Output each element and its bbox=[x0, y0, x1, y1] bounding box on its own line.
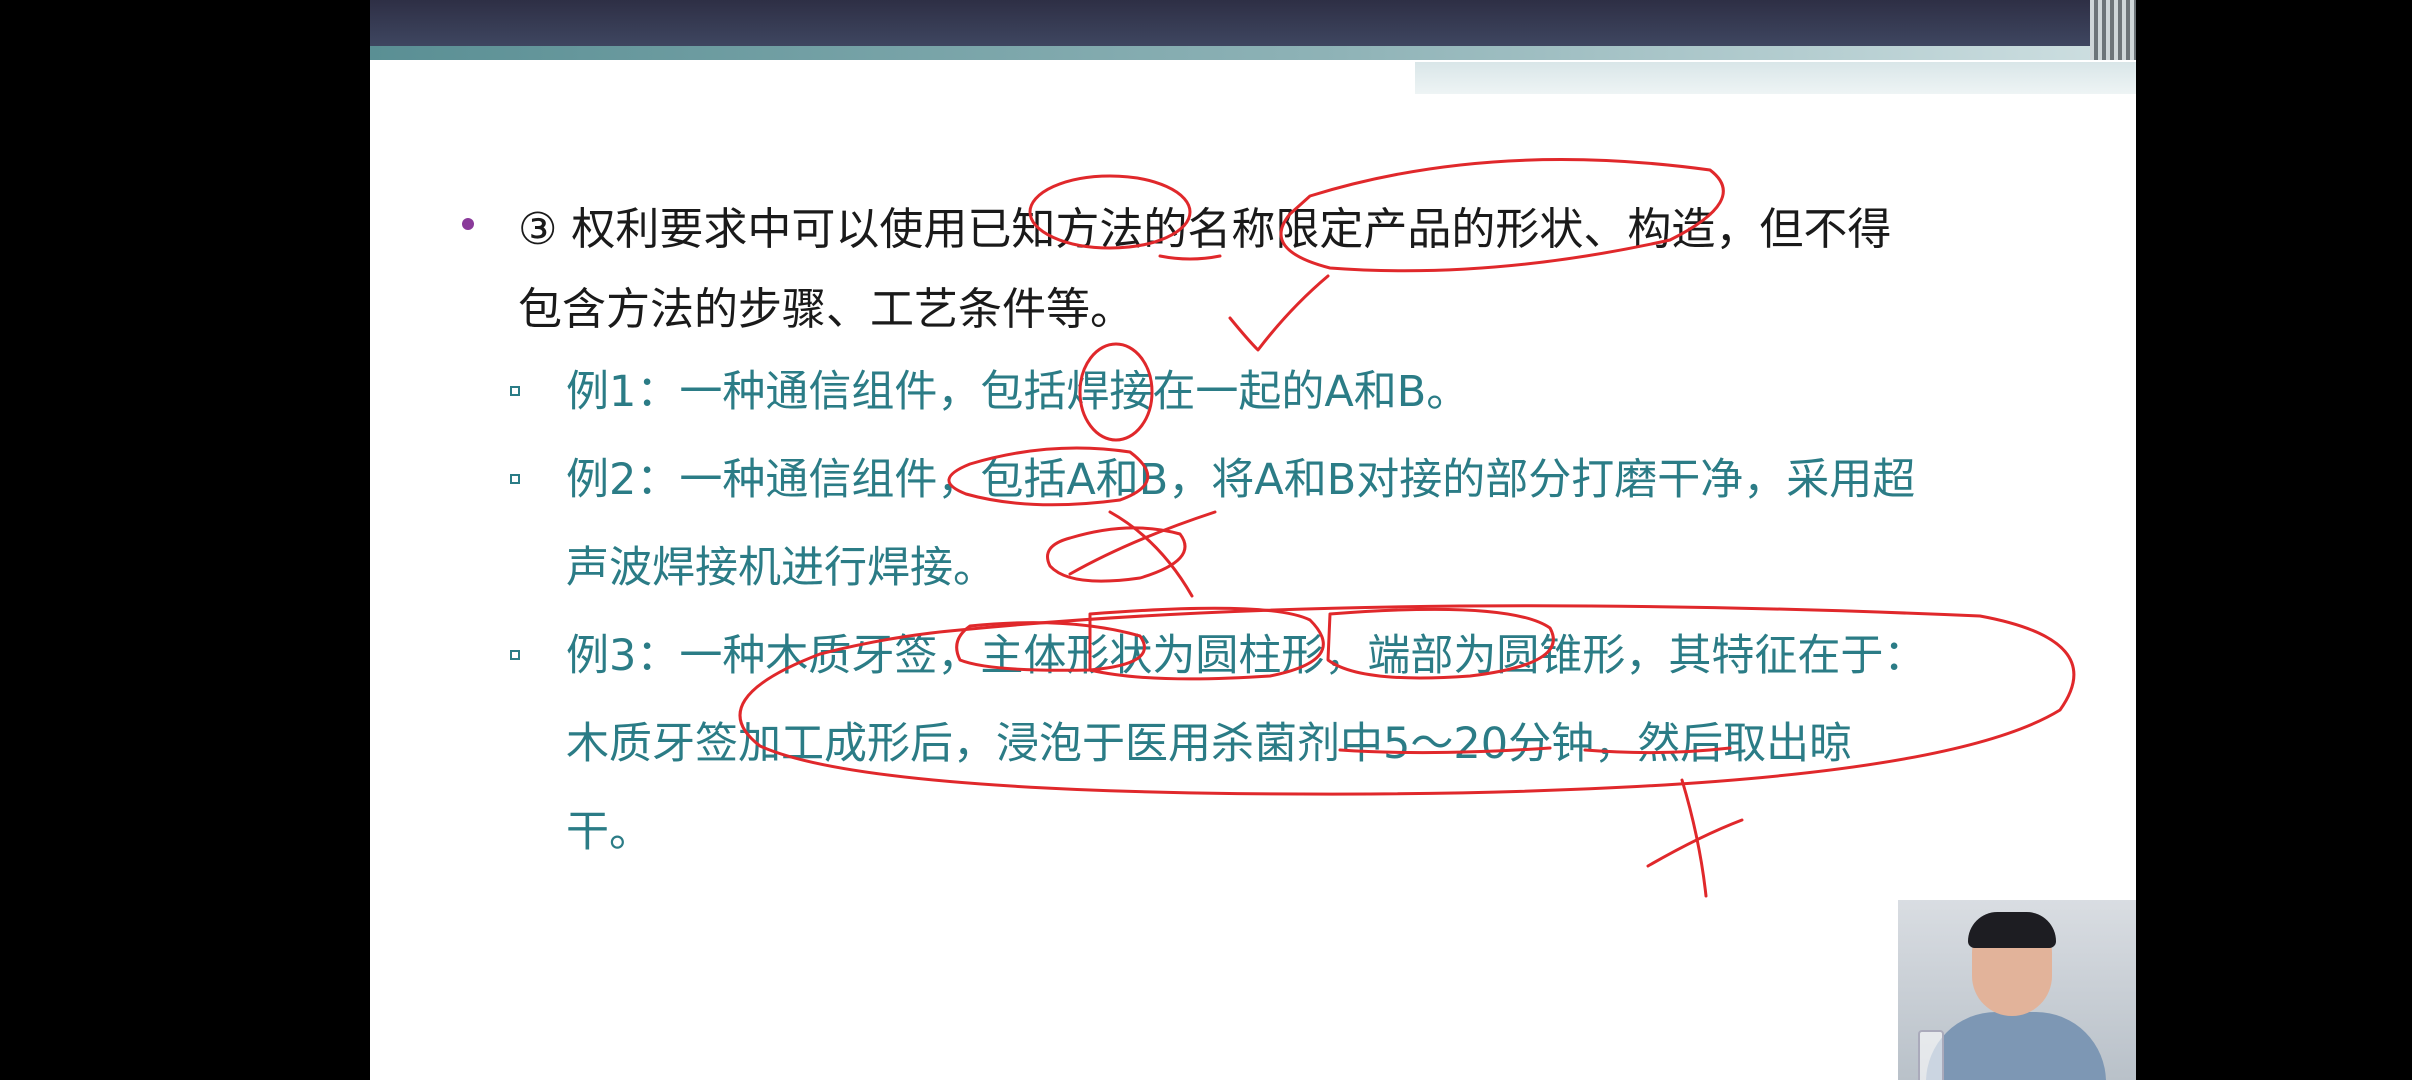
example-2-text: 例2：一种通信组件，包括A和B，将A和B对接的部分打磨干净，采用超声波焊接机进行… bbox=[566, 455, 1916, 593]
square-bullet-icon bbox=[510, 650, 520, 660]
presenter-body bbox=[1926, 1012, 2106, 1080]
presenter-webcam-overlay bbox=[1898, 900, 2136, 1080]
presentation-slide: ③ 权利要求中可以使用已知方法的名称限定产品的形状、构造，但不得包含方法的步骤、… bbox=[370, 0, 2136, 1080]
dot-bullet-icon bbox=[462, 218, 474, 230]
main-bullet-text: ③ 权利要求中可以使用已知方法的名称限定产品的形状、构造，但不得包含方法的步骤、… bbox=[518, 204, 1892, 335]
screen: ③ 权利要求中可以使用已知方法的名称限定产品的形状、构造，但不得包含方法的步骤、… bbox=[0, 0, 2412, 1080]
slide-corner-accent bbox=[2090, 0, 2136, 60]
slide-header-stripe bbox=[370, 46, 2136, 60]
slide-header-bar bbox=[370, 0, 2136, 46]
water-glass bbox=[1918, 1030, 1944, 1080]
slide-header-accent bbox=[1415, 62, 2136, 94]
square-bullet-icon bbox=[510, 474, 520, 484]
presenter-hair bbox=[1968, 912, 2056, 948]
square-bullet-icon bbox=[510, 386, 520, 396]
example-1-text: 例1：一种通信组件，包括焊接在一起的A和B。 bbox=[566, 367, 1470, 417]
example-3-text: 例3：一种木质牙签，主体形状为圆柱形，端部为圆锥形，其特征在于：木质牙签加工成形… bbox=[566, 631, 1927, 857]
